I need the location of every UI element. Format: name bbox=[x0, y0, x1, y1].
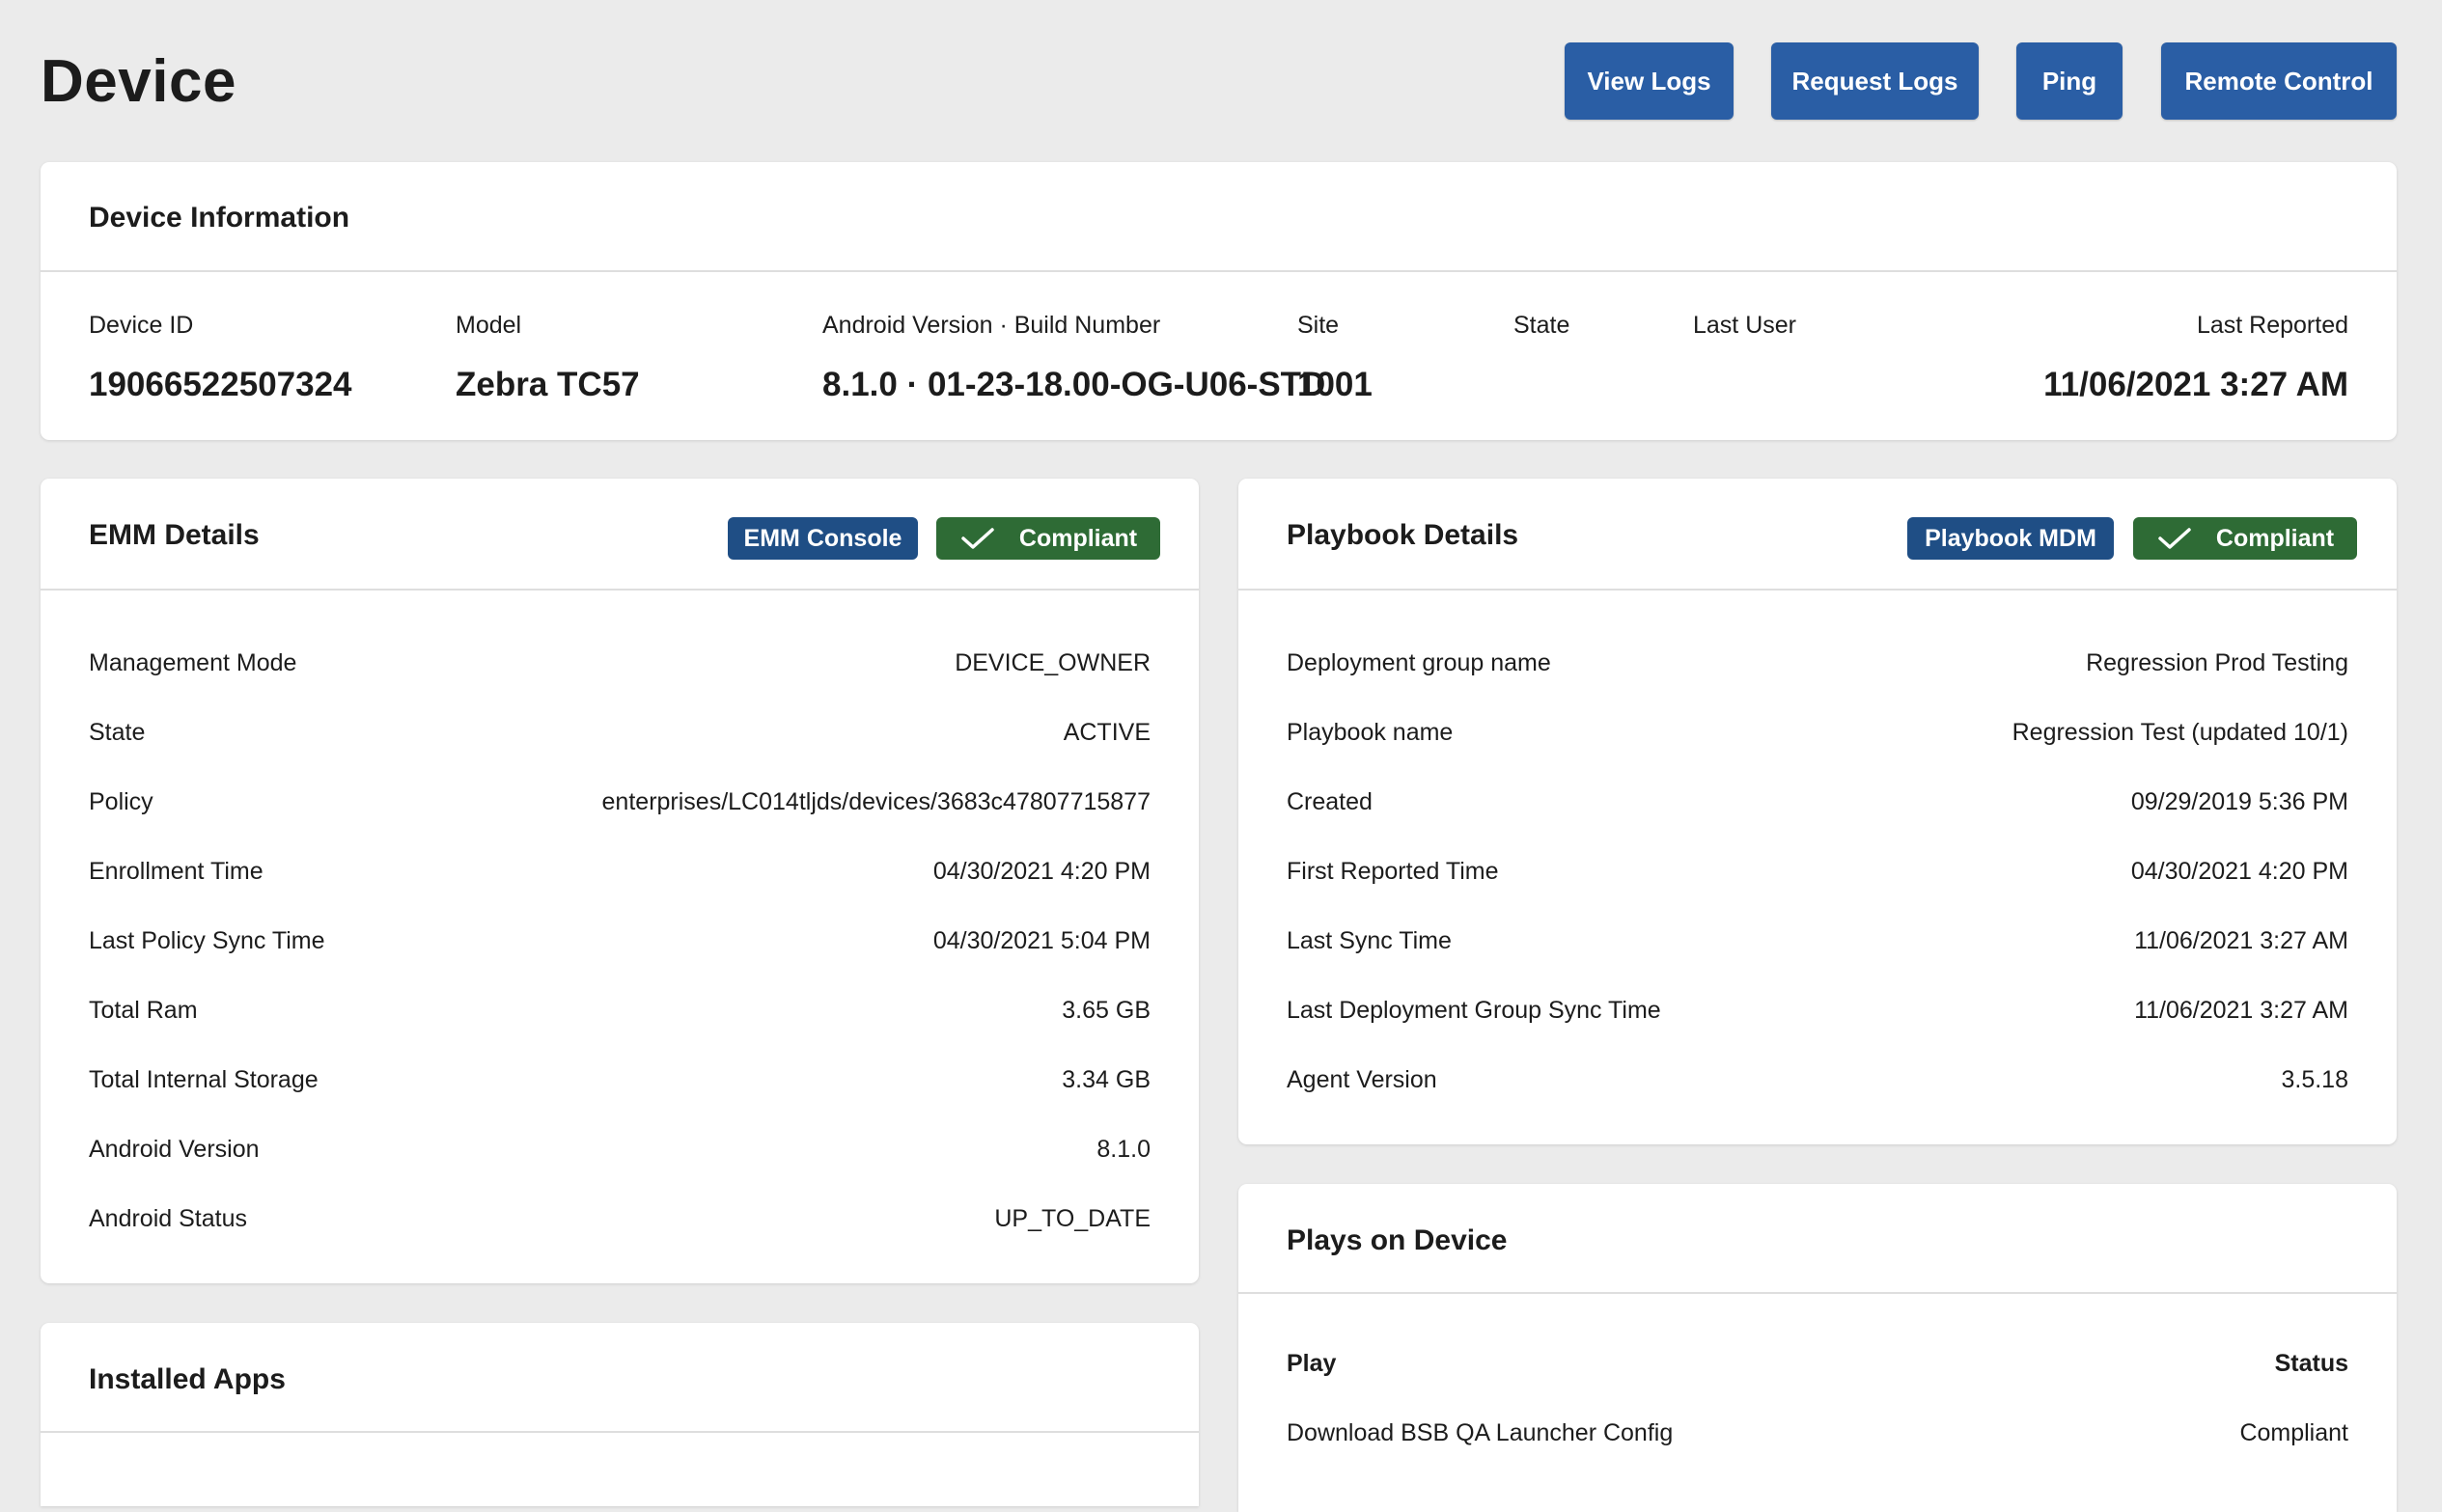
state-label: State bbox=[1513, 312, 1570, 339]
emm-compliant-label: Compliant bbox=[1018, 525, 1138, 552]
playbook-compliant-badge: Compliant bbox=[2133, 517, 2357, 560]
policy-value: enterprises/LC014tljds/devices/3683c4780… bbox=[601, 788, 1151, 815]
enrollment-time-value: 04/30/2021 4:20 PM bbox=[932, 858, 1151, 885]
playbook-mdm-badge[interactable]: Playbook MDM bbox=[1907, 517, 2114, 560]
playbook-row: Last Deployment Group Sync Time 11/06/202… bbox=[1238, 997, 2397, 1035]
first-reported-label: First Reported Time bbox=[1287, 858, 1499, 885]
playbook-details-header: Playbook Details Playbook MDM Compliant bbox=[1238, 479, 2397, 591]
emm-row: Android Status UP_TO_DATE bbox=[41, 1205, 1199, 1244]
emm-state-label: State bbox=[89, 719, 146, 746]
last-sync-label: Last Sync Time bbox=[1287, 927, 1452, 954]
checkmark-icon bbox=[2158, 528, 2191, 549]
playbook-name-label: Playbook name bbox=[1287, 719, 1454, 746]
model-value: Zebra TC57 bbox=[456, 366, 640, 403]
emm-row: Android Version 8.1.0 bbox=[41, 1136, 1199, 1174]
view-logs-button[interactable]: View Logs bbox=[1565, 42, 1734, 120]
emm-row: Management Mode DEVICE_OWNER bbox=[41, 649, 1199, 688]
emm-row: Last Policy Sync Time 04/30/2021 5:04 PM bbox=[41, 927, 1199, 966]
android-status-value: UP_TO_DATE bbox=[994, 1205, 1151, 1232]
emm-row: Total Internal Storage 3.34 GB bbox=[41, 1066, 1199, 1105]
last-group-sync-value: 11/06/2021 3:27 AM bbox=[2134, 997, 2348, 1024]
emm-row: Policy enterprises/LC014tljds/devices/368… bbox=[41, 788, 1199, 827]
playbook-details-title: Playbook Details bbox=[1287, 519, 1519, 551]
page-title: Device bbox=[41, 48, 236, 115]
play-column-header: Play bbox=[1287, 1350, 1337, 1377]
playbook-row: Created 09/29/2019 5:36 PM bbox=[1238, 788, 2397, 827]
total-storage-label: Total Internal Storage bbox=[89, 1066, 319, 1093]
playbook-row: First Reported Time 04/30/2021 4:20 PM bbox=[1238, 858, 2397, 896]
enrollment-time-label: Enrollment Time bbox=[89, 858, 264, 885]
first-reported-value: 04/30/2021 4:20 PM bbox=[2130, 858, 2348, 885]
android-version-value: 8.1.0 bbox=[1096, 1136, 1151, 1163]
installed-apps-header: Installed Apps bbox=[41, 1323, 1199, 1433]
site-value: 1001 bbox=[1297, 366, 1373, 403]
emm-row: Enrollment Time 04/30/2021 4:20 PM bbox=[41, 858, 1199, 896]
playbook-row: Agent Version 3.5.18 bbox=[1238, 1066, 2397, 1105]
installed-apps-title: Installed Apps bbox=[89, 1363, 286, 1395]
status-column-header: Status bbox=[2274, 1350, 2348, 1377]
total-storage-value: 3.34 GB bbox=[1062, 1066, 1151, 1093]
last-policy-sync-value: 04/30/2021 5:04 PM bbox=[932, 927, 1151, 954]
playbook-details-card: Playbook Details Playbook MDM Compliant … bbox=[1238, 479, 2397, 1144]
play-status: Compliant bbox=[2239, 1419, 2348, 1446]
management-mode-label: Management Mode bbox=[89, 649, 297, 676]
installed-apps-card: Installed Apps bbox=[41, 1323, 1199, 1506]
playbook-compliant-label: Compliant bbox=[2215, 525, 2335, 552]
emm-state-value: ACTIVE bbox=[1063, 719, 1151, 746]
playbook-row: Last Sync Time 11/06/2021 3:27 AM bbox=[1238, 927, 2397, 966]
deployment-group-value: Regression Prod Testing bbox=[2086, 649, 2348, 676]
created-label: Created bbox=[1287, 788, 1373, 815]
device-information-title: Device Information bbox=[89, 202, 350, 234]
playbook-row: Deployment group name Regression Prod Tes… bbox=[1238, 649, 2397, 688]
plays-on-device-header: Plays on Device bbox=[1238, 1184, 2397, 1294]
plays-on-device-title: Plays on Device bbox=[1287, 1224, 1508, 1256]
android-status-label: Android Status bbox=[89, 1205, 247, 1232]
total-ram-label: Total Ram bbox=[89, 997, 198, 1024]
site-label: Site bbox=[1297, 312, 1340, 339]
last-policy-sync-label: Last Policy Sync Time bbox=[89, 927, 325, 954]
device-information-card: Device Information Device ID 19066522507… bbox=[41, 162, 2397, 440]
last-reported-label: Last Reported bbox=[2196, 312, 2348, 339]
management-mode-value: DEVICE_OWNER bbox=[955, 649, 1151, 676]
emm-details-header: EMM Details EMM Console Compliant bbox=[41, 479, 1199, 591]
model-label: Model bbox=[456, 312, 522, 339]
policy-label: Policy bbox=[89, 788, 153, 815]
playbook-name-value: Regression Test (updated 10/1) bbox=[2012, 719, 2348, 746]
remote-control-button[interactable]: Remote Control bbox=[2161, 42, 2397, 120]
created-value: 09/29/2019 5:36 PM bbox=[2130, 788, 2348, 815]
android-build-label: Android Version · Build Number bbox=[822, 312, 1161, 339]
plays-table-header: Play Status bbox=[1238, 1350, 2397, 1388]
plays-on-device-card: Plays on Device Play Status Download BSB… bbox=[1238, 1184, 2397, 1512]
agent-version-label: Agent Version bbox=[1287, 1066, 1437, 1093]
last-group-sync-label: Last Deployment Group Sync Time bbox=[1287, 997, 1661, 1024]
total-ram-value: 3.65 GB bbox=[1062, 997, 1151, 1024]
device-id-label: Device ID bbox=[89, 312, 194, 339]
last-sync-value: 11/06/2021 3:27 AM bbox=[2134, 927, 2348, 954]
request-logs-button[interactable]: Request Logs bbox=[1771, 42, 1979, 120]
android-version-label: Android Version bbox=[89, 1136, 260, 1163]
last-reported-value: 11/06/2021 3:27 AM bbox=[2043, 366, 2348, 403]
emm-console-badge[interactable]: EMM Console bbox=[728, 517, 918, 560]
android-build-value: 8.1.0 · 01-23-18.00-OG-U06-STD bbox=[822, 366, 1326, 403]
deployment-group-label: Deployment group name bbox=[1287, 649, 1551, 676]
emm-details-card: EMM Details EMM Console Compliant Manage… bbox=[41, 479, 1199, 1283]
play-name: Download BSB QA Launcher Config bbox=[1287, 1419, 1674, 1446]
playbook-row: Playbook name Regression Test (updated 10… bbox=[1238, 719, 2397, 757]
emm-row: Total Ram 3.65 GB bbox=[41, 997, 1199, 1035]
device-id-value: 19066522507324 bbox=[89, 366, 352, 403]
emm-row: State ACTIVE bbox=[41, 719, 1199, 757]
device-information-header: Device Information bbox=[41, 162, 2397, 272]
emm-compliant-badge: Compliant bbox=[936, 517, 1160, 560]
agent-version-value: 3.5.18 bbox=[2281, 1066, 2348, 1093]
table-row[interactable]: Download BSB QA Launcher Config Complian… bbox=[1238, 1419, 2397, 1458]
emm-details-title: EMM Details bbox=[89, 519, 260, 551]
checkmark-icon bbox=[961, 528, 994, 549]
ping-button[interactable]: Ping bbox=[2016, 42, 2123, 120]
last-user-label: Last User bbox=[1693, 312, 1796, 339]
